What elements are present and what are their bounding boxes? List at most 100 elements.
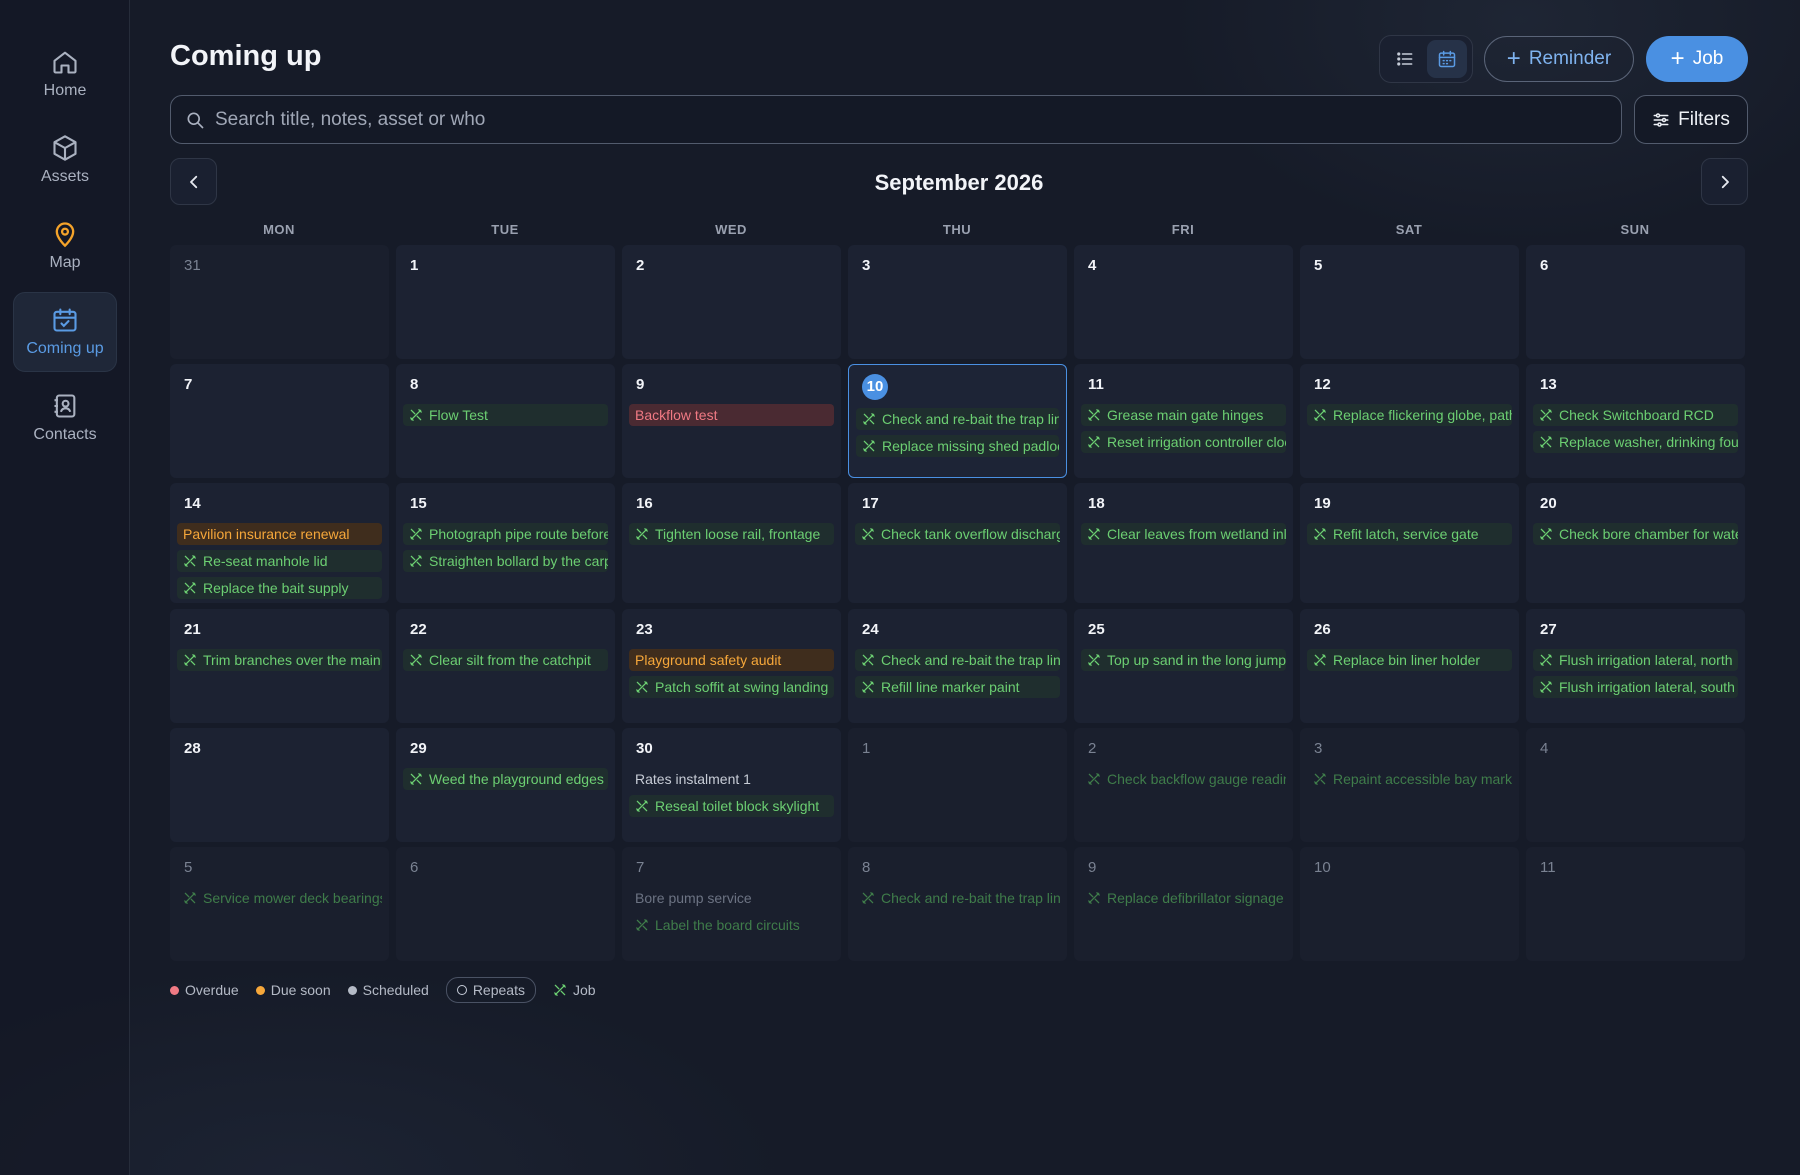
calendar-day[interactable]: 11 Grease main gate hinges Reset irrigatio… — [1074, 364, 1293, 478]
job-event[interactable]: Clear silt from the catchpit — [403, 649, 608, 671]
job-event[interactable]: Label the board circuits — [629, 914, 834, 936]
job-event[interactable]: Check tank overflow discharge — [855, 523, 1060, 545]
job-event[interactable]: Repaint accessible bay markings — [1307, 768, 1512, 790]
job-event[interactable]: Top up sand in the long jump pit — [1081, 649, 1286, 671]
calendar-day[interactable]: 25 Top up sand in the long jump pit — [1074, 609, 1293, 723]
sidebar-item-map[interactable]: Map — [13, 206, 117, 286]
calendar-day[interactable]: 16 Tighten loose rail, frontage — [622, 483, 841, 603]
calendar-view-button[interactable] — [1427, 40, 1467, 78]
job-event[interactable]: Replace bin liner holder — [1307, 649, 1512, 671]
calendar-day[interactable]: 29 Weed the playground edges — [396, 728, 615, 842]
job-event[interactable]: Replace the bait supply — [177, 577, 382, 599]
job-event[interactable]: Service mower deck bearings — [177, 887, 382, 909]
calendar-day[interactable]: 12 Replace flickering globe, path — [1300, 364, 1519, 478]
job-event[interactable]: Check and re-bait the trap line — [855, 887, 1060, 909]
calendar-day[interactable]: 8 Check and re-bait the trap line — [848, 847, 1067, 961]
add-job-button[interactable]: + Job — [1646, 36, 1748, 82]
calendar-day[interactable]: 18 Clear leaves from wetland inlet — [1074, 483, 1293, 603]
wrench-icon — [636, 919, 648, 931]
calendar-day[interactable]: 20 Check bore chamber for water — [1526, 483, 1745, 603]
job-event[interactable]: Check backflow gauge reading — [1081, 768, 1286, 790]
search-input[interactable] — [215, 108, 1595, 131]
job-event[interactable]: Re-seat manhole lid — [177, 550, 382, 572]
list-view-button[interactable] — [1385, 40, 1425, 78]
calendar-day[interactable]: 3 Repaint accessible bay markings — [1300, 728, 1519, 842]
job-event[interactable]: Flow Test — [403, 404, 608, 426]
calendar-day[interactable]: 9 Backflow test — [622, 364, 841, 478]
next-month-button[interactable] — [1701, 158, 1748, 205]
job-event[interactable]: Photograph pipe route before — [403, 523, 608, 545]
calendar-day[interactable]: 5 Service mower deck bearings — [170, 847, 389, 961]
calendar-day[interactable]: 4 — [1074, 245, 1293, 359]
job-event[interactable]: Replace flickering globe, path — [1307, 404, 1512, 426]
day-number: 28 — [184, 740, 201, 757]
event-title: Replace defibrillator signage — [1107, 890, 1284, 906]
calendar-day[interactable]: 6 — [1526, 245, 1745, 359]
job-event[interactable]: Reset irrigation controller clock — [1081, 431, 1286, 453]
calendar-day[interactable]: 7 Bore pump service Label the board circui… — [622, 847, 841, 961]
calendar-day[interactable]: 11 — [1526, 847, 1745, 961]
sidebar-item-home[interactable]: Home — [13, 34, 117, 114]
add-reminder-button[interactable]: + Reminder — [1484, 36, 1634, 82]
sidebar-item-contacts[interactable]: Contacts — [13, 378, 117, 458]
sidebar-item-coming-up[interactable]: Coming up — [13, 292, 117, 372]
sidebar-item-assets[interactable]: Assets — [13, 120, 117, 200]
event-title: Patch soffit at swing landing — [655, 679, 829, 695]
calendar-day[interactable]: 28 — [170, 728, 389, 842]
calendar-day[interactable]: 14 Pavilion insurance renewal Re-seat manh… — [170, 483, 389, 603]
job-event[interactable]: Flush irrigation lateral, north — [1533, 649, 1738, 671]
calendar-day[interactable]: 8 Flow Test — [396, 364, 615, 478]
calendar-day[interactable]: 3 — [848, 245, 1067, 359]
calendar-day[interactable]: 23 Playground safety audit Patch soffit at… — [622, 609, 841, 723]
job-event[interactable]: Check Switchboard RCD — [1533, 404, 1738, 426]
calendar-day-today[interactable]: 10 Check and re-bait the trap line Replace… — [848, 364, 1067, 478]
calendar-day[interactable]: 2 — [622, 245, 841, 359]
overdue-event[interactable]: Backflow test — [629, 404, 834, 426]
calendar-day[interactable]: 10 — [1300, 847, 1519, 961]
job-event[interactable]: Reseal toilet block skylight — [629, 795, 834, 817]
job-event[interactable]: Clear leaves from wetland inlet — [1081, 523, 1286, 545]
calendar-day[interactable]: 30 Rates instalment 1 Reseal toilet block … — [622, 728, 841, 842]
job-event[interactable]: Replace washer, drinking fountain — [1533, 431, 1738, 453]
calendar-day[interactable]: 31 — [170, 245, 389, 359]
plain-event[interactable]: Rates instalment 1 — [629, 768, 834, 790]
calendar-day[interactable]: 19 Refit latch, service gate — [1300, 483, 1519, 603]
plain-event[interactable]: Bore pump service — [629, 887, 834, 909]
job-event[interactable]: Flush irrigation lateral, south — [1533, 676, 1738, 698]
calendar-day[interactable]: 27 Flush irrigation lateral, north Flush i… — [1526, 609, 1745, 723]
job-event[interactable]: Refit latch, service gate — [1307, 523, 1512, 545]
calendar-day[interactable]: 26 Replace bin liner holder — [1300, 609, 1519, 723]
job-event[interactable]: Trim branches over the main path — [177, 649, 382, 671]
calendar-day[interactable]: 1 — [396, 245, 615, 359]
list-icon — [1397, 52, 1413, 66]
calendar-day[interactable]: 6 — [396, 847, 615, 961]
job-event[interactable]: Check bore chamber for water — [1533, 523, 1738, 545]
job-event[interactable]: Refill line marker paint — [855, 676, 1060, 698]
job-event[interactable]: Replace defibrillator signage — [1081, 887, 1286, 909]
calendar-day[interactable]: 5 — [1300, 245, 1519, 359]
job-event[interactable]: Check and re-bait the trap line — [856, 408, 1059, 430]
calendar-day[interactable]: 7 — [170, 364, 389, 478]
job-event[interactable]: Check and re-bait the trap line — [855, 649, 1060, 671]
calendar-day[interactable]: 13 Check Switchboard RCD Replace washer, d… — [1526, 364, 1745, 478]
calendar-day[interactable]: 2 Check backflow gauge reading — [1074, 728, 1293, 842]
calendar-day[interactable]: 4 — [1526, 728, 1745, 842]
due-event[interactable]: Pavilion insurance renewal — [177, 523, 382, 545]
calendar-day[interactable]: 21Trim branches over the main path — [170, 609, 389, 723]
job-event[interactable]: Replace missing shed padlock — [856, 435, 1059, 457]
calendar-day[interactable]: 22 Clear silt from the catchpit — [396, 609, 615, 723]
job-event[interactable]: Straighten bollard by the carpark — [403, 550, 608, 572]
calendar-day[interactable]: 17 Check tank overflow discharge — [848, 483, 1067, 603]
event-title: Pavilion insurance renewal — [183, 526, 350, 542]
job-event[interactable]: Patch soffit at swing landing — [629, 676, 834, 698]
job-event[interactable]: Grease main gate hinges — [1081, 404, 1286, 426]
calendar-day[interactable]: 15 Photograph pipe route before Straighten… — [396, 483, 615, 603]
calendar-day[interactable]: 9 Replace defibrillator signage — [1074, 847, 1293, 961]
job-event[interactable]: Weed the playground edges — [403, 768, 608, 790]
job-event[interactable]: Tighten loose rail, frontage — [629, 523, 834, 545]
wrench-icon — [862, 892, 874, 904]
calendar-day[interactable]: 1 — [848, 728, 1067, 842]
due-event[interactable]: Playground safety audit — [629, 649, 834, 671]
filters-button[interactable]: Filters — [1634, 95, 1748, 144]
calendar-day[interactable]: 24 Check and re-bait the trap line Refill … — [848, 609, 1067, 723]
